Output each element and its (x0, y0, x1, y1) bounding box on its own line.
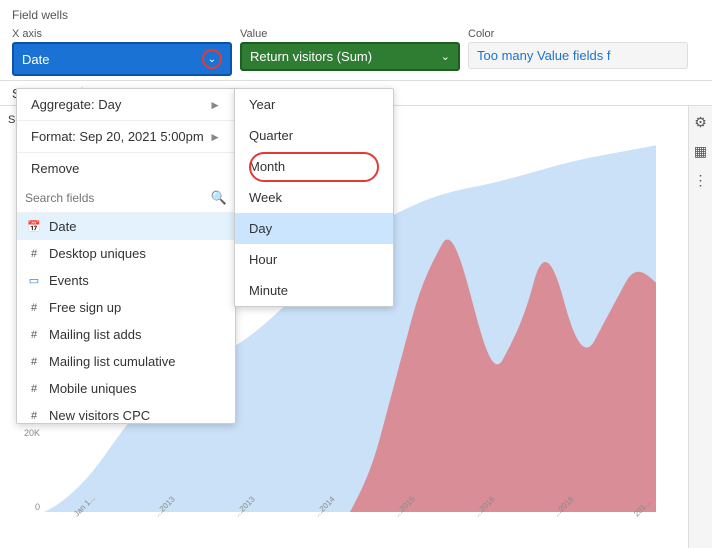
color-title: Color (468, 28, 688, 40)
x-axis-chevron[interactable]: ⌄ (202, 49, 222, 69)
aggregate-submenu: YearQuarterMonthWeekDayHourMinute (234, 88, 394, 307)
hash-icon: # (27, 301, 41, 315)
field-name: Mailing list cumulative (49, 354, 175, 369)
format-item[interactable]: Format: Sep 20, 2021 5:00pm ► (17, 121, 235, 153)
search-icon: 🔍 (211, 190, 227, 206)
field-item[interactable]: # Mobile uniques (17, 375, 235, 402)
remove-label: Remove (31, 161, 79, 176)
field-name: Mobile uniques (49, 381, 136, 396)
x-axis-well: X axis Date ⌄ (12, 28, 232, 76)
aggregate-label: Aggregate: Day (31, 97, 121, 112)
field-wells-label: Field wells (12, 8, 700, 22)
field-item[interactable]: # Desktop uniques (17, 240, 235, 267)
x-axis-value: Date (22, 52, 49, 67)
color-value: Too many Value fields f (477, 48, 610, 63)
field-item[interactable]: ▭ Events (17, 267, 235, 294)
y-label-0: 0 (35, 502, 40, 512)
fields-list: 📅 Date # Desktop uniques ▭ Events # Free sign u… (17, 213, 235, 423)
value-title: Value (240, 28, 460, 40)
aggregate-arrow-icon: ► (209, 98, 221, 112)
x-axis-labels: Jan 1... ...2013 ...2013 ...2014 ...2015… (44, 512, 680, 536)
field-wells-row: X axis Date ⌄ Value Return visitors (Sum… (12, 28, 700, 76)
month-highlight-circle (249, 152, 379, 182)
value-pill[interactable]: Return visitors (Sum) ⌄ (240, 42, 460, 71)
y-label-20k: 20K (24, 428, 40, 438)
aggregate-dropdown: Aggregate: Day ► Format: Sep 20, 2021 5:… (16, 88, 236, 424)
color-well: Color Too many Value fields f (468, 28, 688, 69)
field-name: Desktop uniques (49, 246, 146, 261)
format-label: Format: Sep 20, 2021 5:00pm (31, 129, 204, 144)
submenu-item[interactable]: Day (235, 213, 393, 244)
field-item[interactable]: # Free sign up (17, 294, 235, 321)
submenu-item[interactable]: Week (235, 182, 393, 213)
field-wells-section: Field wells X axis Date ⌄ Value Return v… (0, 0, 712, 81)
x-axis-pill[interactable]: Date ⌄ (12, 42, 232, 76)
field-item[interactable]: # New visitors CPC (17, 402, 235, 423)
field-name: New visitors CPC (49, 408, 150, 423)
submenu-item[interactable]: Year (235, 89, 393, 120)
search-fields-input[interactable] (25, 191, 207, 205)
value-chevron[interactable]: ⌄ (441, 50, 450, 63)
rect-icon: ▭ (27, 274, 41, 288)
submenu-item[interactable]: Month (235, 151, 393, 182)
calendar-icon: 📅 (27, 220, 41, 234)
field-name: Date (49, 219, 76, 234)
field-item[interactable]: 📅 Date (17, 213, 235, 240)
field-item[interactable]: # Mailing list adds (17, 321, 235, 348)
color-pill[interactable]: Too many Value fields f (468, 42, 688, 69)
value-value: Return visitors (Sum) (250, 49, 372, 64)
settings-icon[interactable]: ⚙ (694, 114, 707, 131)
right-panel: ⚙ ▦ ⋮ (688, 106, 712, 548)
hash-icon: # (27, 355, 41, 369)
resize-icon[interactable]: ▦ (694, 143, 707, 160)
format-arrow-icon: ► (209, 130, 221, 144)
hash-icon: # (27, 382, 41, 396)
submenu-item[interactable]: Hour (235, 244, 393, 275)
submenu-item[interactable]: Minute (235, 275, 393, 306)
search-box-area: 🔍 (17, 184, 235, 213)
field-name: Events (49, 273, 89, 288)
hash-icon: # (27, 247, 41, 261)
submenu-item[interactable]: Quarter (235, 120, 393, 151)
aggregate-item[interactable]: Aggregate: Day ► (17, 89, 235, 121)
value-well: Value Return visitors (Sum) ⌄ (240, 28, 460, 71)
hash-icon: # (27, 328, 41, 342)
hash-icon: # (27, 409, 41, 423)
field-item[interactable]: # Mailing list cumulative (17, 348, 235, 375)
field-name: Free sign up (49, 300, 121, 315)
field-name: Mailing list adds (49, 327, 142, 342)
x-axis-title: X axis (12, 28, 232, 40)
more-icon[interactable]: ⋮ (694, 172, 708, 189)
remove-item[interactable]: Remove (17, 153, 235, 184)
